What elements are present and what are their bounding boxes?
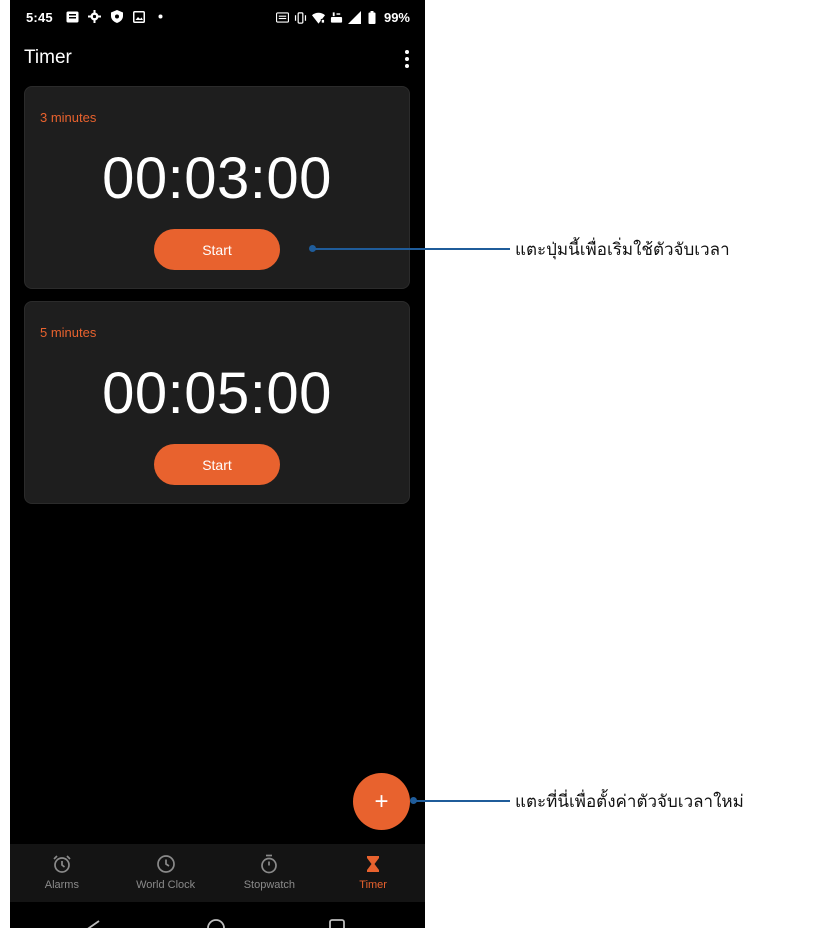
shield-icon xyxy=(110,10,123,23)
timer-time[interactable]: 00:05:00 xyxy=(25,360,409,427)
nav-label: Stopwatch xyxy=(243,879,296,891)
page: 5:45 99% Timer 3 minutes 00:03:00 Start … xyxy=(0,0,836,928)
dot-icon xyxy=(154,10,167,23)
status-bar: 5:45 99% xyxy=(10,0,425,34)
start-button[interactable]: Start xyxy=(154,444,280,485)
volte-icon xyxy=(330,11,343,24)
gear-icon xyxy=(88,10,101,23)
nav-item-timer[interactable]: Timer xyxy=(321,844,425,902)
vibrate-icon xyxy=(294,11,307,24)
nav-item-stopwatch[interactable]: Stopwatch xyxy=(218,844,322,902)
add-timer-button[interactable]: + xyxy=(353,773,410,830)
message-icon xyxy=(66,10,79,23)
battery-icon xyxy=(366,11,379,24)
nav-label: Timer xyxy=(359,879,387,891)
start-hint-text: แตะปุ่มนี้เพื่อเริ่มใช้ตัวจับเวลา xyxy=(515,240,730,260)
battery-percent: 99% xyxy=(383,10,410,25)
image-icon xyxy=(132,10,145,23)
signal-icon xyxy=(347,11,361,24)
phone-screen: 5:45 99% Timer 3 minutes 00:03:00 Start … xyxy=(10,0,425,928)
wifi-icon xyxy=(311,11,325,24)
app-bar: Timer xyxy=(10,34,425,84)
start-button[interactable]: Start xyxy=(154,229,280,270)
status-time: 5:45 xyxy=(26,10,53,25)
plus-icon: + xyxy=(374,787,389,815)
status-system-icons: 99% xyxy=(275,10,410,25)
more-vertical-icon-dot xyxy=(405,57,409,61)
add-hint-text: แตะที่นี่เพื่อตั้งค่าตัวจับเวลาใหม่ xyxy=(515,792,744,812)
timer-card[interactable]: 5 minutes 00:05:00 Start xyxy=(24,301,410,504)
nav-label: World Clock xyxy=(136,879,196,891)
stopwatch-icon xyxy=(261,854,278,874)
alarm-icon xyxy=(53,855,71,873)
system-nav-bar xyxy=(10,902,425,928)
nav-label: Alarms xyxy=(44,879,79,891)
callout-line xyxy=(313,248,510,250)
more-vertical-icon xyxy=(405,50,409,54)
timer-label[interactable]: 3 minutes xyxy=(40,110,96,125)
nfc-icon xyxy=(275,11,289,24)
hourglass-icon xyxy=(367,856,380,872)
clock-icon xyxy=(156,855,175,873)
recents-icon[interactable] xyxy=(329,919,345,928)
bottom-nav: Alarms World Clock Stopwatch Timer xyxy=(10,844,425,902)
home-icon[interactable] xyxy=(206,918,226,928)
back-icon[interactable] xyxy=(87,920,101,928)
status-notification-icons xyxy=(66,10,167,23)
nav-item-world-clock[interactable]: World Clock xyxy=(114,844,218,902)
nav-item-alarms[interactable]: Alarms xyxy=(10,844,114,902)
timer-time[interactable]: 00:03:00 xyxy=(25,145,409,212)
more-options-button[interactable] xyxy=(401,48,413,70)
timer-label[interactable]: 5 minutes xyxy=(40,325,96,340)
callout-line xyxy=(414,800,510,802)
timer-card[interactable]: 3 minutes 00:03:00 Start xyxy=(24,86,410,289)
more-vertical-icon-dot xyxy=(405,64,409,68)
page-title: Timer xyxy=(24,47,72,68)
